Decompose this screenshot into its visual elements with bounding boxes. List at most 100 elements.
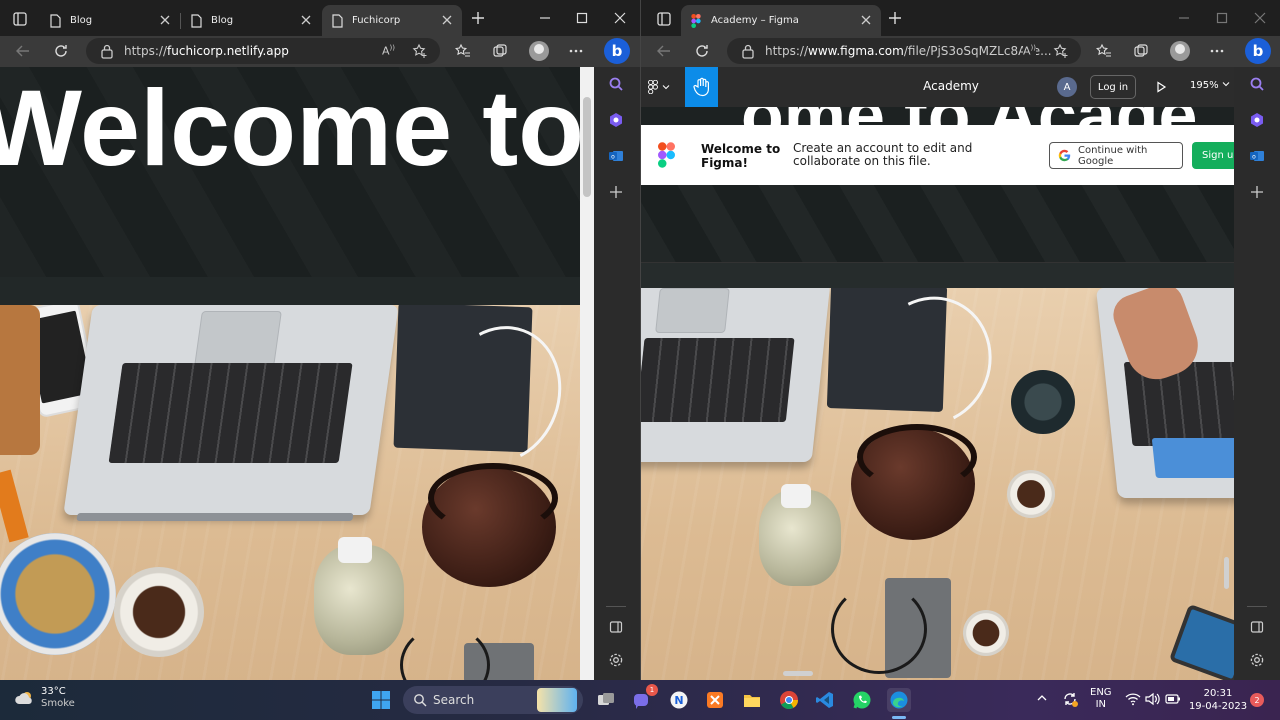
bing-chat-icon[interactable]: b	[1245, 38, 1271, 64]
figma-logo-icon	[648, 80, 658, 94]
edge-news-icon[interactable]: N	[667, 688, 691, 712]
read-aloud-icon[interactable]: A))	[1023, 44, 1036, 58]
tab-blog-1[interactable]: Blog	[40, 5, 181, 36]
show-hidden-icons[interactable]	[1036, 692, 1048, 707]
vscode-icon[interactable]	[813, 688, 837, 712]
minimize-icon[interactable]	[538, 10, 552, 24]
maximize-icon[interactable]	[1215, 10, 1229, 24]
figma-main-menu[interactable]	[647, 77, 677, 97]
continue-with-google-button[interactable]: Continue with Google	[1049, 142, 1183, 169]
start-button[interactable]	[369, 688, 393, 712]
add-favorite-icon[interactable]	[412, 43, 428, 62]
new-tab-icon[interactable]	[470, 10, 486, 26]
task-view-icon[interactable]	[594, 688, 618, 712]
sync-icon[interactable]	[1061, 690, 1079, 711]
canvas-horizontal-scrollbar[interactable]	[783, 671, 813, 676]
sign-up-button[interactable]: Sign up	[1192, 142, 1234, 169]
maximize-icon[interactable]	[575, 10, 589, 24]
bing-chat-icon[interactable]: b	[604, 38, 630, 64]
xampp-icon[interactable]	[703, 688, 727, 712]
favorites-icon[interactable]	[454, 42, 472, 60]
user-avatar[interactable]: A	[1057, 77, 1077, 97]
sidebar-divider	[606, 606, 626, 607]
lock-icon[interactable]	[741, 43, 755, 59]
browser-toolbar: https://fuchicorp.netlify.app A)) b	[0, 36, 640, 67]
hide-sidebar-icon[interactable]	[607, 618, 625, 636]
notification-badge[interactable]: 2	[1250, 693, 1264, 707]
present-play-icon[interactable]	[1153, 79, 1169, 95]
shopping-icon[interactable]	[1248, 111, 1266, 129]
file-explorer-icon[interactable]	[740, 688, 764, 712]
more-options-icon[interactable]	[1208, 42, 1226, 60]
refresh-icon[interactable]	[52, 42, 70, 60]
minimize-icon[interactable]	[1177, 10, 1191, 24]
system-clock[interactable]: 20:31 19-04-2023	[1186, 687, 1250, 713]
close-icon[interactable]	[158, 13, 172, 27]
page-icon	[332, 13, 344, 28]
collections-icon[interactable]	[1132, 42, 1150, 60]
hide-sidebar-icon[interactable]	[1248, 618, 1266, 636]
new-tab-icon[interactable]	[887, 10, 903, 26]
profile-avatar[interactable]	[529, 41, 549, 61]
search-icon[interactable]	[607, 75, 625, 93]
page-scrollbar[interactable]	[580, 67, 594, 680]
weather-widget[interactable]: 33°C Smoke	[14, 686, 75, 710]
canvas-vertical-scrollbar[interactable]	[1224, 557, 1229, 589]
charging-cable	[400, 625, 490, 680]
add-favorite-icon[interactable]	[1053, 43, 1069, 62]
shopping-icon[interactable]	[607, 111, 625, 129]
teams-chat-icon[interactable]: 1	[630, 684, 658, 712]
close-icon[interactable]	[859, 13, 873, 27]
banner-title: Welcome to Figma!	[701, 142, 781, 170]
profile-avatar[interactable]	[1170, 41, 1190, 61]
close-window-icon[interactable]	[613, 10, 627, 24]
tab-blog-2[interactable]: Blog	[181, 5, 321, 36]
read-aloud-icon[interactable]: A))	[382, 44, 395, 58]
settings-gear-icon[interactable]	[607, 651, 625, 669]
settings-gear-icon[interactable]	[1248, 651, 1266, 669]
close-window-icon[interactable]	[1253, 10, 1267, 24]
zoom-dropdown[interactable]: 195%	[1190, 80, 1230, 91]
lock-icon[interactable]	[100, 43, 114, 59]
add-sidebar-icon[interactable]	[607, 183, 625, 201]
login-button[interactable]: Log in	[1090, 75, 1136, 99]
edge-taskbar-icon[interactable]	[887, 688, 911, 712]
region-code: IN	[1095, 699, 1106, 710]
file-title[interactable]: Academy	[891, 79, 1011, 93]
address-bar[interactable]: https://fuchicorp.netlify.app A))	[86, 38, 440, 64]
chevron-down-icon	[662, 85, 670, 90]
battery-icon[interactable]	[1165, 693, 1181, 708]
hero-section: Welcome to A	[0, 67, 580, 277]
collections-icon[interactable]	[491, 42, 509, 60]
close-icon[interactable]	[299, 13, 313, 27]
address-bar[interactable]: https://www.figma.com/file/PjS3oSqMZLc8A…	[727, 38, 1081, 64]
favorites-icon[interactable]	[1095, 42, 1113, 60]
tab-actions-icon[interactable]	[652, 8, 676, 30]
figma-canvas[interactable]: ome to Acade Welcome to Figma! Create an…	[641, 107, 1234, 680]
outlook-icon[interactable]: o	[607, 147, 625, 165]
hand-tool-button[interactable]	[685, 67, 718, 107]
back-icon[interactable]	[14, 42, 32, 60]
close-icon[interactable]	[440, 13, 454, 27]
volume-icon[interactable]	[1145, 692, 1161, 709]
tab-academy-figma[interactable]: Academy – Figma	[681, 5, 881, 36]
windows-logo-icon	[372, 691, 390, 709]
chrome-icon[interactable]	[777, 688, 801, 712]
back-icon[interactable]	[655, 42, 673, 60]
taskbar-search[interactable]: Search	[403, 686, 583, 714]
scrollbar-thumb[interactable]	[583, 97, 591, 197]
add-sidebar-icon[interactable]	[1248, 183, 1266, 201]
outlook-icon[interactable]: o	[1248, 147, 1266, 165]
whatsapp-icon[interactable]	[850, 688, 874, 712]
language-indicator[interactable]: ENG IN	[1090, 687, 1112, 711]
more-options-icon[interactable]	[567, 42, 585, 60]
tab-fuchicorp[interactable]: Fuchicorp	[322, 5, 462, 36]
coffee-cup-image	[1007, 470, 1055, 518]
search-icon[interactable]	[1248, 75, 1266, 93]
wifi-icon[interactable]	[1125, 692, 1141, 709]
tab-strip: Blog Blog Fuchicorp	[0, 0, 640, 36]
tab-actions-icon[interactable]	[8, 8, 32, 30]
sidebar-divider	[1247, 606, 1267, 607]
charging-cable	[831, 584, 927, 674]
refresh-icon[interactable]	[693, 42, 711, 60]
